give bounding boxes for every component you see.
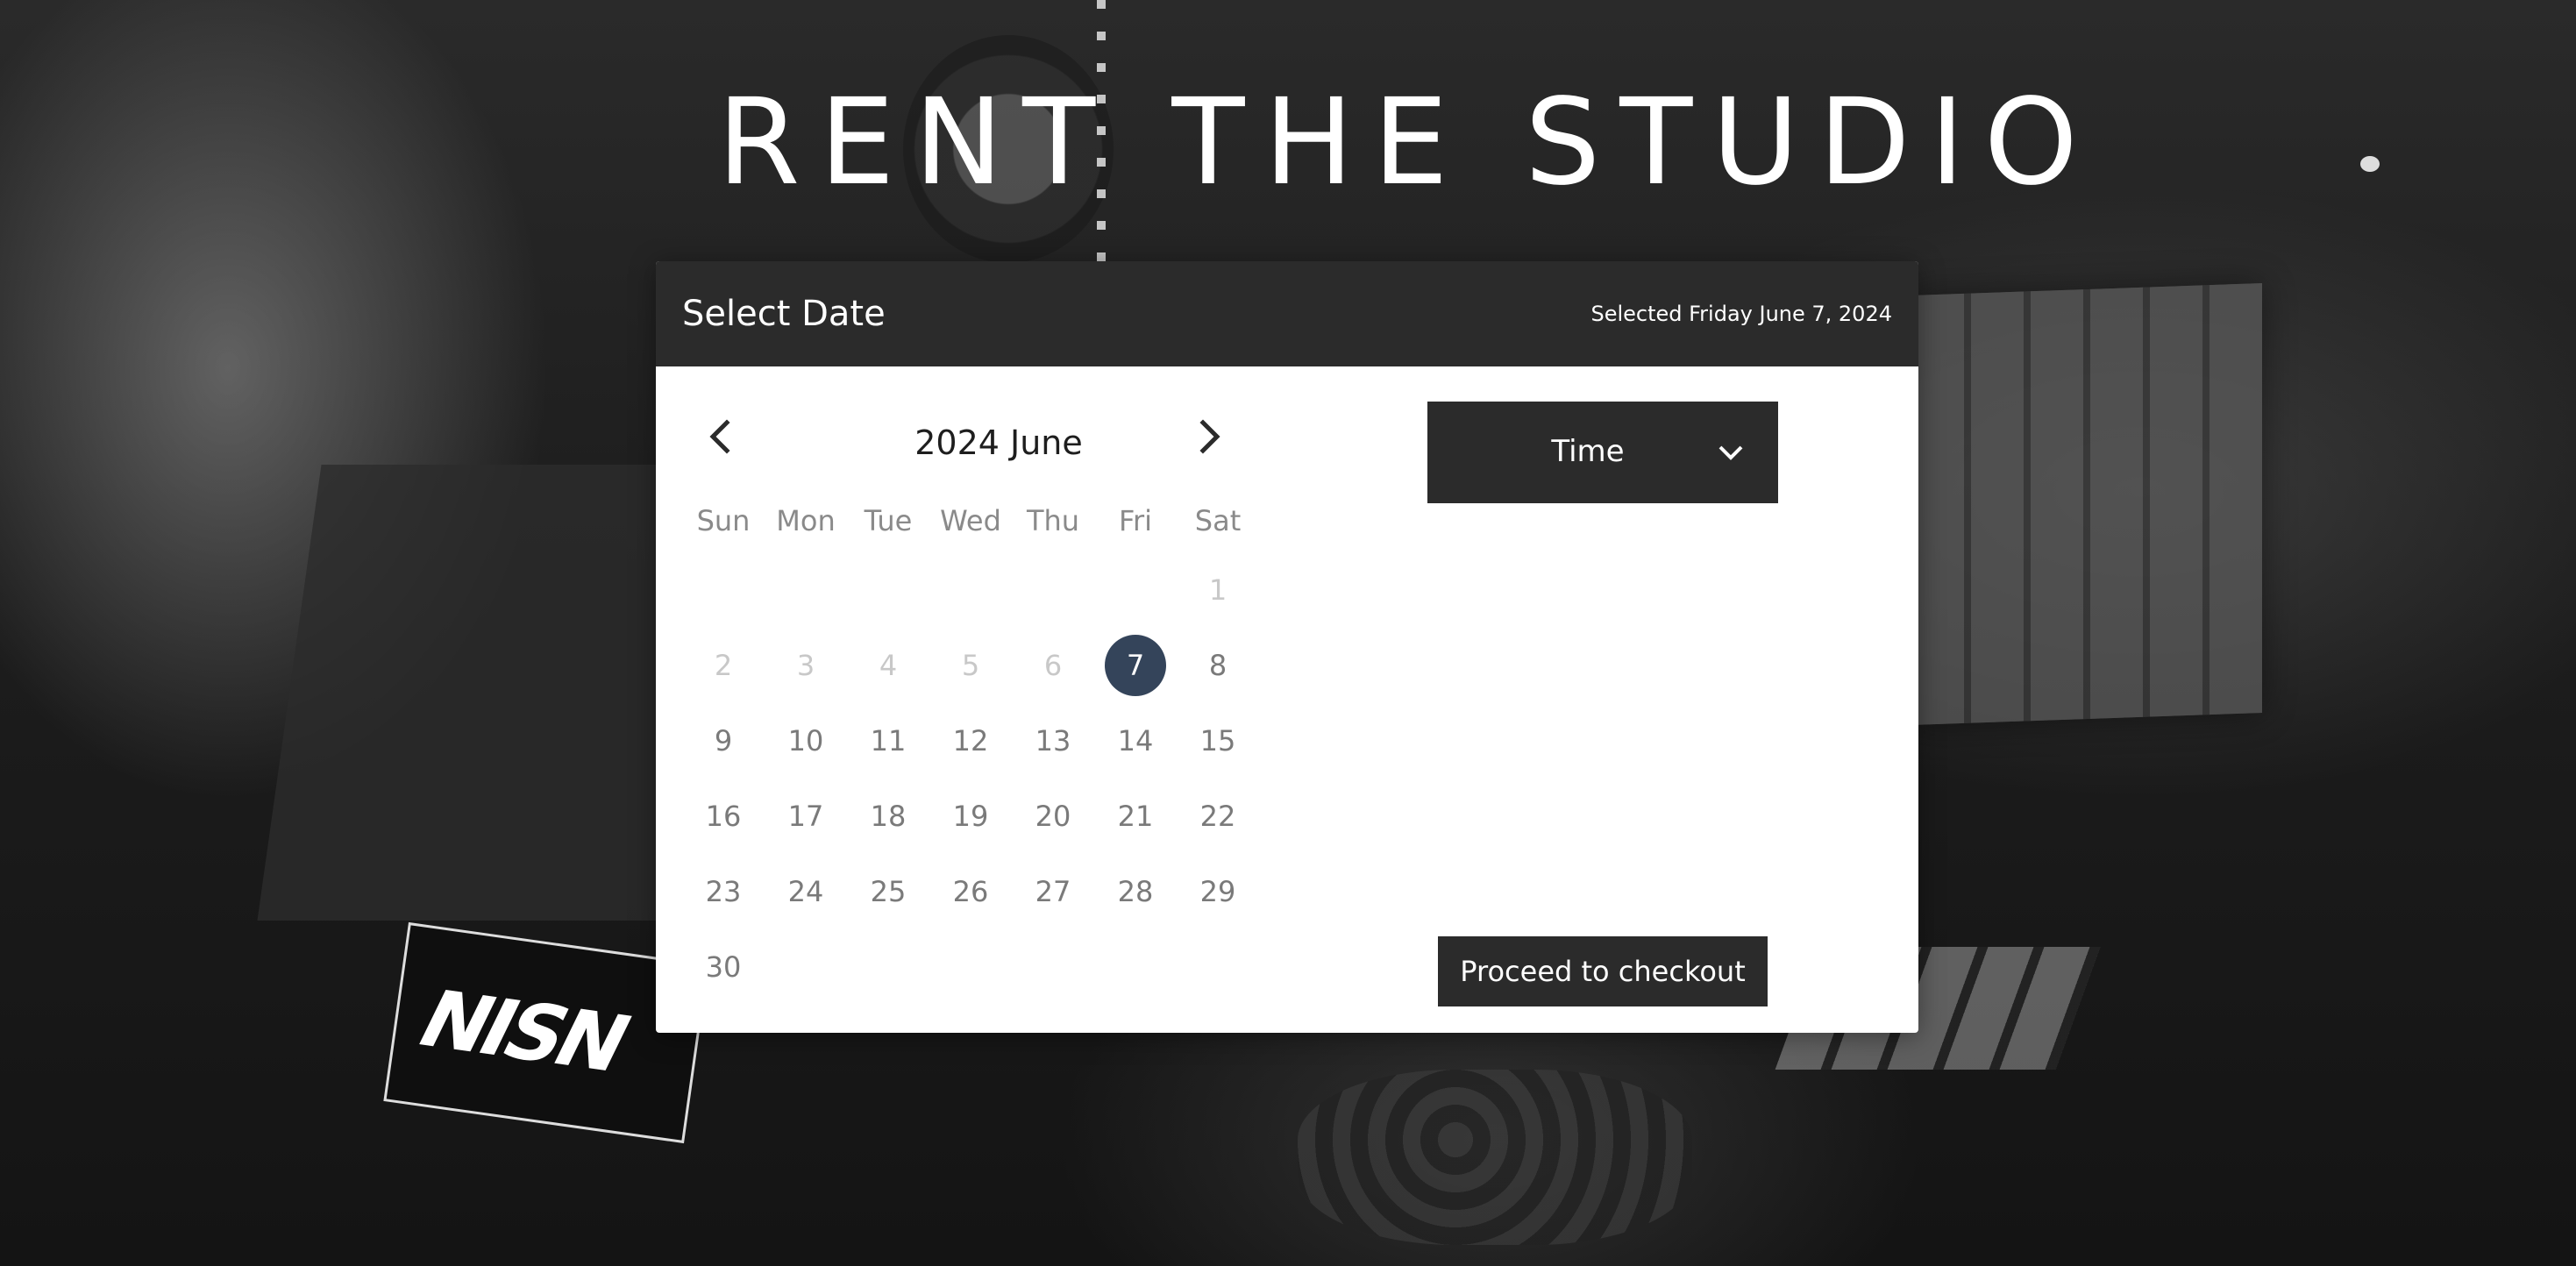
calendar-day[interactable]: 27	[1022, 861, 1084, 922]
calendar-day[interactable]: 25	[857, 861, 919, 922]
background-light-dot	[2360, 156, 2380, 172]
weekday-sun: Sun	[696, 504, 751, 537]
weekday-thu: Thu	[1026, 504, 1080, 537]
booking-card: Select Date Selected Friday June 7, 2024…	[656, 261, 1918, 1033]
background-knobs	[1298, 1070, 1692, 1245]
calendar-day[interactable]: 9	[693, 710, 754, 772]
selected-date-text: Selected Friday June 7, 2024	[1590, 302, 1892, 326]
weekday-tue: Tue	[864, 504, 913, 537]
calendar-day[interactable]: 15	[1187, 710, 1249, 772]
calendar-day[interactable]: 28	[1105, 861, 1166, 922]
sticker-logo-text: NISN	[402, 974, 641, 1089]
time-dropdown-label: Time	[1551, 434, 1625, 469]
calendar-day: 1	[1208, 573, 1228, 607]
background-monitor	[1911, 283, 2262, 725]
proceed-to-checkout-button[interactable]: Proceed to checkout	[1438, 936, 1768, 1006]
weekday-sat: Sat	[1194, 504, 1242, 537]
month-label: 2024 June	[914, 423, 1083, 462]
calendar-day[interactable]: 30	[693, 936, 754, 998]
weekday-wed: Wed	[940, 504, 1001, 537]
chevron-right-icon	[1199, 419, 1220, 454]
calendar-day[interactable]: 22	[1187, 786, 1249, 847]
calendar-day[interactable]: 20	[1022, 786, 1084, 847]
chevron-down-icon	[1719, 445, 1743, 460]
weekday-fri: Fri	[1118, 504, 1153, 537]
prev-month-button[interactable]	[695, 410, 748, 463]
calendar-day: 5	[961, 649, 980, 682]
calendar-day[interactable]: 13	[1022, 710, 1084, 772]
calendar-day[interactable]: 16	[693, 786, 754, 847]
card-header: Select Date Selected Friday June 7, 2024	[656, 261, 1918, 366]
calendar-day[interactable]: 23	[693, 861, 754, 922]
page-title: RENT THE STUDIO	[717, 74, 2097, 212]
calendar-day[interactable]: 14	[1105, 710, 1166, 772]
chevron-left-icon	[709, 419, 730, 454]
next-month-button[interactable]	[1182, 410, 1235, 463]
calendar-day[interactable]: 19	[940, 786, 1001, 847]
time-dropdown[interactable]: Time	[1427, 402, 1778, 503]
calendar-day[interactable]: 21	[1105, 786, 1166, 847]
page: NISN RENT THE STUDIO Select Date Selecte…	[0, 0, 2576, 1266]
calendar-day[interactable]: 18	[857, 786, 919, 847]
calendar-day-selected[interactable]: 7	[1105, 635, 1166, 696]
calendar-day[interactable]: 10	[775, 710, 836, 772]
calendar-day[interactable]: 26	[940, 861, 1001, 922]
calendar-day[interactable]: 12	[940, 710, 1001, 772]
calendar-day: 6	[1043, 649, 1063, 682]
calendar-day[interactable]: 8	[1187, 635, 1249, 696]
calendar-day[interactable]: 11	[857, 710, 919, 772]
calendar-day: 4	[879, 649, 898, 682]
calendar-day[interactable]: 17	[775, 786, 836, 847]
calendar-day: 3	[796, 649, 815, 682]
calendar-day[interactable]: 29	[1187, 861, 1249, 922]
calendar-day: 2	[714, 649, 733, 682]
calendar-day[interactable]: 24	[775, 861, 836, 922]
weekday-mon: Mon	[776, 504, 836, 537]
select-date-heading: Select Date	[682, 294, 886, 334]
